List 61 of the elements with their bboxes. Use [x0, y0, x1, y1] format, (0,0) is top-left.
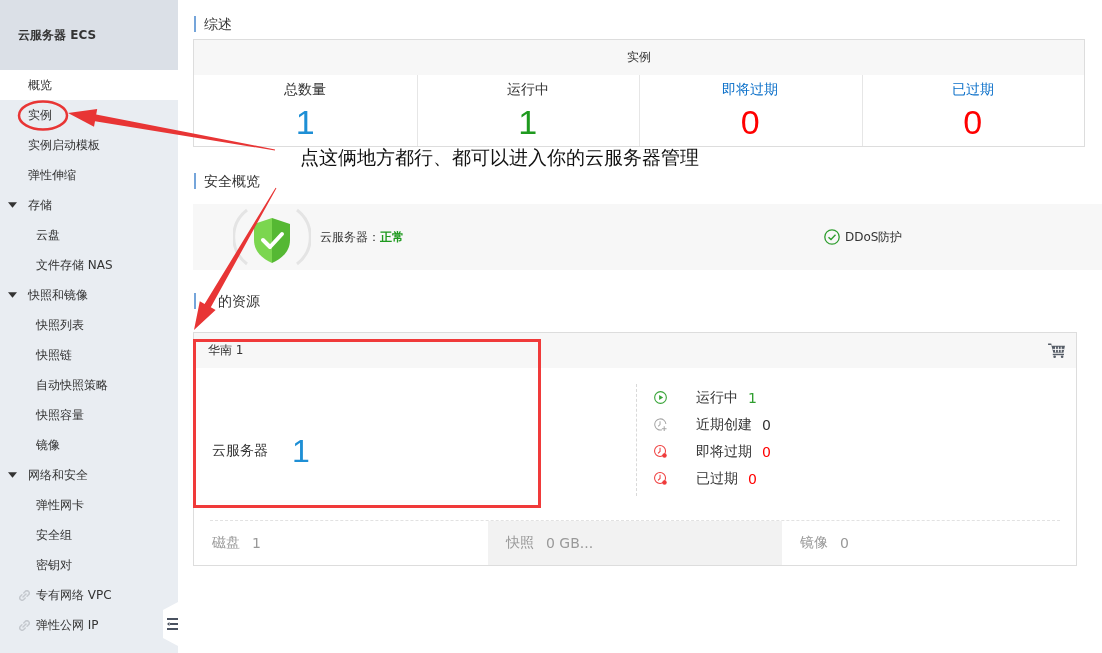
sidebar-item[interactable]: 快照列表: [0, 310, 178, 340]
region-label: 华南 1: [208, 342, 244, 359]
sidebar-item[interactable]: 密钥对: [0, 550, 178, 580]
stat-value: 1: [295, 104, 315, 140]
sidebar-item[interactable]: 文件存储 NAS: [0, 250, 178, 280]
sidebar-group[interactable]: 网络和安全: [0, 460, 178, 490]
check-circle-icon: [824, 229, 840, 245]
clock-alert-icon: [654, 472, 667, 485]
status-label: 近期创建: [696, 415, 752, 434]
status-count: 1: [748, 389, 757, 406]
section-title: 安全概览: [194, 173, 260, 189]
clock-plus-icon: [654, 418, 667, 431]
summary-value: 1: [252, 535, 261, 551]
annotation-text: 点这俩地方都行、都可以进入你的云服务器管理: [300, 146, 699, 170]
sidebar-item[interactable]: 概览: [0, 70, 178, 100]
status-count: 0: [762, 443, 771, 460]
status-count: 0: [762, 416, 771, 433]
summary-label: 磁盘: [212, 534, 240, 552]
server-count: 1: [292, 432, 310, 470]
sidebar-item[interactable]: 弹性网卡: [0, 490, 178, 520]
clock-alert-icon: [654, 445, 667, 458]
server-label: 云服务器: [212, 442, 268, 460]
stat-label[interactable]: 即将过期: [722, 81, 779, 97]
summary-value: 0: [840, 535, 849, 551]
stat-value: 0: [963, 104, 983, 140]
status-text: 正常: [380, 228, 404, 246]
stat-value: 0: [740, 104, 760, 140]
link-icon: [19, 619, 30, 631]
sidebar-item[interactable]: 实例: [0, 100, 178, 130]
cart-icon[interactable]: [1048, 343, 1065, 358]
protection-label: DDoS防护: [845, 228, 903, 246]
sidebar-item[interactable]: 实例启动模板: [0, 130, 178, 160]
stat-label: 总数量: [284, 81, 327, 97]
instances-header: 实例: [194, 40, 1084, 75]
sidebar-item[interactable]: 镜像: [0, 430, 178, 460]
sidebar-item[interactable]: 自动快照策略: [0, 370, 178, 400]
stat-label: 运行中: [506, 81, 549, 97]
section-title: 综述: [194, 16, 232, 32]
sidebar-group[interactable]: 快照和镜像: [0, 280, 178, 310]
status-label: 已过期: [696, 469, 738, 488]
sidebar-item[interactable]: 云盘: [0, 220, 178, 250]
summary-value: 0 GB...: [546, 535, 594, 551]
menu-icon: [166, 618, 178, 630]
sidebar-item[interactable]: 安全组: [0, 520, 178, 550]
circle-highlight: [17, 100, 69, 131]
sidebar-group[interactable]: 存储: [0, 190, 178, 220]
stat-value: 1: [518, 104, 538, 140]
status-count: 0: [748, 470, 757, 487]
stat-label[interactable]: 已过期: [951, 81, 994, 97]
summary-label: 快照: [506, 534, 534, 552]
status-label: 运行中: [696, 388, 738, 407]
sidebar-item[interactable]: 快照链: [0, 340, 178, 370]
sidebar-item[interactable]: 弹性伸缩: [0, 160, 178, 190]
sidebar-title: 云服务器 ECS: [18, 26, 97, 44]
status-label: 即将过期: [696, 442, 752, 461]
summary-label: 镜像: [800, 534, 828, 552]
play-circle-icon: [654, 391, 667, 404]
sidebar-link[interactable]: 专有网络 VPC: [0, 580, 178, 610]
sidebar-item[interactable]: 快照容量: [0, 400, 178, 430]
status-label: 云服务器：: [320, 228, 380, 246]
link-icon: [19, 589, 30, 601]
